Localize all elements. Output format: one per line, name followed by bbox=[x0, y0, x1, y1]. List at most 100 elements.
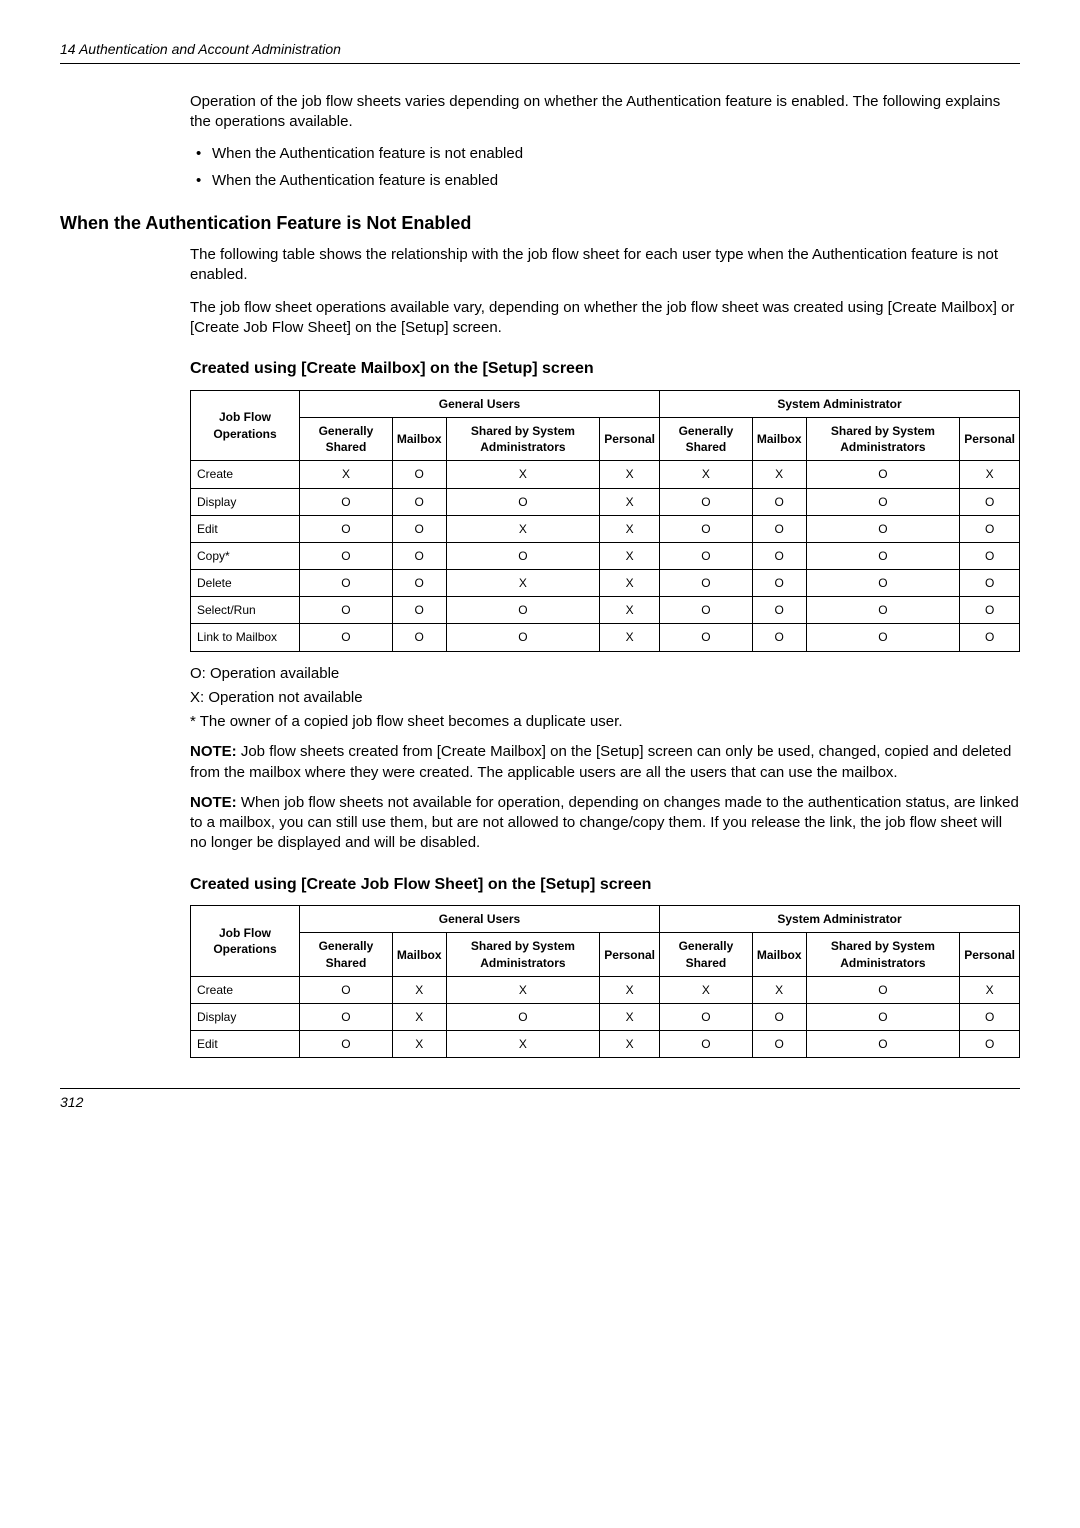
cell-value: O bbox=[659, 624, 752, 651]
cell-value: O bbox=[446, 1004, 600, 1031]
cell-value: X bbox=[752, 976, 806, 1003]
cell-value: O bbox=[806, 488, 960, 515]
cell-value: X bbox=[446, 461, 600, 488]
col-group-general: General Users bbox=[300, 390, 660, 417]
cell-value: O bbox=[659, 488, 752, 515]
note-paragraph: NOTE: When job flow sheets not available… bbox=[190, 793, 1020, 854]
header-rule bbox=[60, 63, 1020, 64]
cell-value: O bbox=[300, 570, 393, 597]
table-create-mailbox: Job Flow Operations General Users System… bbox=[190, 390, 1020, 652]
cell-value: X bbox=[960, 976, 1020, 1003]
cell-value: O bbox=[752, 1031, 806, 1058]
cell-value: O bbox=[300, 488, 393, 515]
table-row: DisplayOOOXOOOO bbox=[191, 488, 1020, 515]
col-mailbox: Mailbox bbox=[392, 933, 446, 976]
cell-value: X bbox=[600, 570, 660, 597]
cell-value: O bbox=[392, 461, 446, 488]
note-label: NOTE: bbox=[190, 794, 237, 811]
row-operation: Edit bbox=[191, 1031, 300, 1058]
legend-x: X: Operation not available bbox=[190, 688, 1020, 708]
cell-value: X bbox=[600, 515, 660, 542]
cell-value: X bbox=[600, 597, 660, 624]
bullet-list: When the Authentication feature is not e… bbox=[190, 144, 1020, 191]
cell-value: O bbox=[806, 1031, 960, 1058]
cell-value: X bbox=[300, 461, 393, 488]
cell-value: O bbox=[752, 624, 806, 651]
table-row: DeleteOOXXOOOO bbox=[191, 570, 1020, 597]
cell-value: O bbox=[659, 1004, 752, 1031]
cell-value: X bbox=[600, 488, 660, 515]
cell-value: O bbox=[806, 461, 960, 488]
cell-value: O bbox=[392, 515, 446, 542]
table-row: DisplayOXOXOOOO bbox=[191, 1004, 1020, 1031]
col-shared-by-admins: Shared by System Adminis­trators bbox=[806, 417, 960, 460]
legend-o: O: Operation available bbox=[190, 664, 1020, 684]
col-personal: Personal bbox=[600, 417, 660, 460]
cell-value: O bbox=[806, 1004, 960, 1031]
cell-value: O bbox=[960, 624, 1020, 651]
row-operation: Select/Run bbox=[191, 597, 300, 624]
col-generally-shared: Generally Shared bbox=[659, 417, 752, 460]
cell-value: X bbox=[446, 570, 600, 597]
cell-value: O bbox=[659, 515, 752, 542]
cell-value: O bbox=[446, 488, 600, 515]
cell-value: O bbox=[659, 1031, 752, 1058]
table-row: EditOOXXOOOO bbox=[191, 515, 1020, 542]
col-mailbox: Mailbox bbox=[752, 933, 806, 976]
cell-value: O bbox=[446, 624, 600, 651]
page-number: 312 bbox=[60, 1094, 83, 1110]
table-row: Link to MailboxOOOXOOOO bbox=[191, 624, 1020, 651]
col-generally-shared: Generally Shared bbox=[300, 933, 393, 976]
running-header: 14 Authentication and Account Administra… bbox=[60, 40, 1020, 59]
bullet-item: When the Authentication feature is not e… bbox=[190, 144, 1020, 164]
cell-value: X bbox=[752, 461, 806, 488]
col-group-admin: System Administrator bbox=[659, 390, 1019, 417]
cell-value: X bbox=[446, 976, 600, 1003]
cell-value: X bbox=[446, 1031, 600, 1058]
col-generally-shared: Generally Shared bbox=[300, 417, 393, 460]
cell-value: X bbox=[600, 542, 660, 569]
bullet-item: When the Authentication feature is enabl… bbox=[190, 171, 1020, 191]
row-operation: Copy* bbox=[191, 542, 300, 569]
note-paragraph: NOTE: Job flow sheets created from [Crea… bbox=[190, 742, 1020, 783]
cell-value: O bbox=[300, 515, 393, 542]
cell-value: X bbox=[600, 461, 660, 488]
table-row: CreateXOXXXXOX bbox=[191, 461, 1020, 488]
cell-value: O bbox=[300, 976, 393, 1003]
cell-value: O bbox=[300, 1004, 393, 1031]
table-title: Created using [Create Job Flow Sheet] on… bbox=[190, 874, 1020, 896]
row-operation: Create bbox=[191, 976, 300, 1003]
cell-value: O bbox=[392, 542, 446, 569]
page-footer: 312 bbox=[60, 1088, 1020, 1112]
row-operation: Link to Mailbox bbox=[191, 624, 300, 651]
cell-value: O bbox=[300, 597, 393, 624]
table-row: Copy*OOOXOOOO bbox=[191, 542, 1020, 569]
cell-value: O bbox=[960, 542, 1020, 569]
note-text: Job flow sheets created from [Create Mai… bbox=[190, 743, 1011, 780]
cell-value: O bbox=[392, 488, 446, 515]
col-mailbox: Mailbox bbox=[752, 417, 806, 460]
col-shared-by-admins: Shared by System Adminis­trators bbox=[446, 417, 600, 460]
table-row: CreateOXXXXXOX bbox=[191, 976, 1020, 1003]
note-text: When job flow sheets not available for o… bbox=[190, 794, 1019, 852]
body-paragraph: The following table shows the relationsh… bbox=[190, 245, 1020, 286]
note-label: NOTE: bbox=[190, 743, 237, 760]
cell-value: O bbox=[446, 542, 600, 569]
intro-paragraph: Operation of the job flow sheets varies … bbox=[190, 92, 1020, 133]
cell-value: X bbox=[446, 515, 600, 542]
cell-value: X bbox=[600, 1004, 660, 1031]
cell-value: X bbox=[960, 461, 1020, 488]
cell-value: X bbox=[600, 976, 660, 1003]
cell-value: O bbox=[752, 597, 806, 624]
table-row: Select/RunOOOXOOOO bbox=[191, 597, 1020, 624]
cell-value: X bbox=[392, 1031, 446, 1058]
cell-value: O bbox=[960, 597, 1020, 624]
cell-value: O bbox=[806, 515, 960, 542]
body-paragraph: The job flow sheet operations available … bbox=[190, 298, 1020, 339]
cell-value: O bbox=[960, 570, 1020, 597]
cell-value: O bbox=[960, 1031, 1020, 1058]
cell-value: O bbox=[960, 515, 1020, 542]
cell-value: O bbox=[806, 597, 960, 624]
col-shared-by-admins: Shared by System Adminis­trators bbox=[446, 933, 600, 976]
cell-value: O bbox=[752, 570, 806, 597]
